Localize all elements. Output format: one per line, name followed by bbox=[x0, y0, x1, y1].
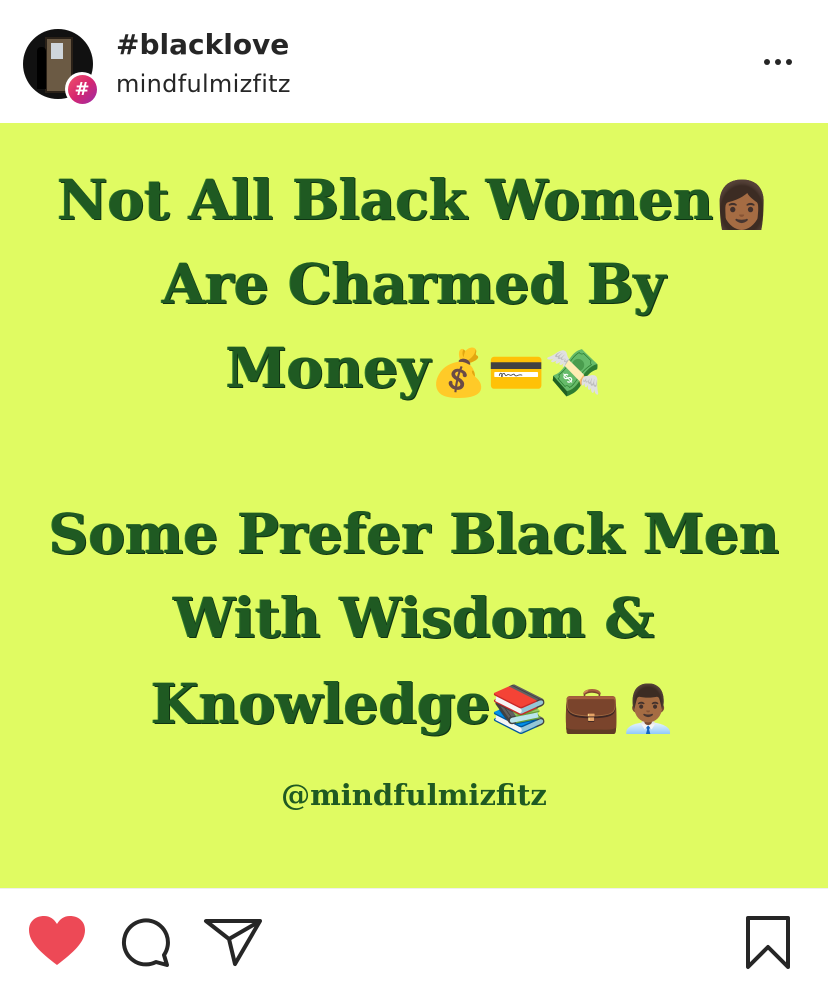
watermark-handle: @mindfulmizfitz bbox=[281, 778, 547, 812]
action-bar bbox=[0, 889, 828, 990]
quote-line-2: Are Charmed By bbox=[0, 251, 828, 316]
quote-line-3: Money💰💳💸 bbox=[0, 335, 828, 400]
quote-line-6: Knowledge📚 💼👨🏾‍💼 bbox=[0, 671, 828, 736]
ellipsis-icon[interactable] bbox=[758, 50, 798, 74]
bookmark-icon[interactable] bbox=[744, 915, 792, 971]
hashtag-icon: # bbox=[67, 74, 97, 104]
heart-icon[interactable] bbox=[28, 915, 86, 967]
quote-line-3-text: Money bbox=[225, 335, 431, 400]
post-header: # #blacklove mindfulmizfitz bbox=[0, 0, 828, 122]
send-icon[interactable] bbox=[203, 917, 263, 967]
quote-line-1: Not All Black Women👩🏾 bbox=[0, 167, 828, 232]
hashtag-badge: # bbox=[65, 72, 99, 106]
silhouette-graphic bbox=[37, 47, 46, 89]
books-briefcase-man-emoji-icons: 📚 💼👨🏾‍💼 bbox=[490, 681, 678, 736]
quote-line-5: With Wisdom & bbox=[0, 585, 828, 650]
username[interactable]: mindfulmizfitz bbox=[116, 70, 291, 98]
quote-line-4: Some Prefer Black Men bbox=[0, 501, 828, 566]
door-window-graphic bbox=[51, 43, 63, 59]
comment-icon[interactable] bbox=[120, 917, 172, 969]
money-emoji-icons: 💰💳💸 bbox=[430, 345, 603, 400]
woman-emoji-icon: 👩🏾 bbox=[713, 177, 771, 232]
hashtag-title[interactable]: #blacklove bbox=[116, 28, 289, 61]
quote-line-2-text: Are Charmed By bbox=[162, 251, 666, 316]
quote-line-4-text: Some Prefer Black Men bbox=[48, 501, 780, 566]
quote-line-1-text: Not All Black Women bbox=[57, 167, 714, 232]
quote-line-5-text: With Wisdom & bbox=[173, 585, 655, 650]
quote-line-6-text: Knowledge bbox=[150, 671, 491, 736]
post-image: Not All Black Women👩🏾 Are Charmed By Mon… bbox=[0, 123, 828, 888]
